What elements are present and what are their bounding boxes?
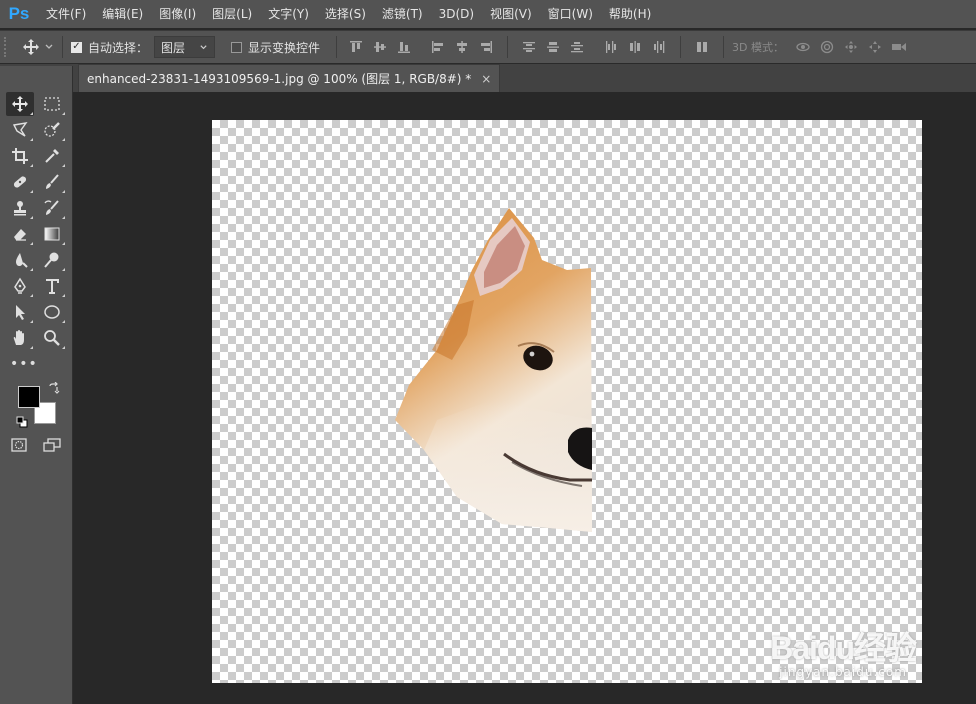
separator <box>680 36 682 58</box>
crop-tool-icon[interactable] <box>6 144 34 168</box>
auto-align-layers-icon[interactable] <box>691 36 713 58</box>
align-bottom-edges-icon[interactable] <box>393 36 415 58</box>
swap-colors-icon[interactable] <box>48 382 60 394</box>
pen-tool-icon[interactable] <box>6 274 34 298</box>
drag-3d-icon[interactable] <box>840 36 862 58</box>
document-tab-title: enhanced-23831-1493109569-1.jpg @ 100% (… <box>87 72 472 86</box>
separator <box>507 36 509 58</box>
auto-select-dropdown[interactable]: 图层 <box>154 36 216 58</box>
slide-3d-icon[interactable] <box>864 36 886 58</box>
distribute-bottom-icon[interactable] <box>566 36 588 58</box>
type-tool-icon[interactable] <box>38 274 66 298</box>
document-tab[interactable]: enhanced-23831-1493109569-1.jpg @ 100% (… <box>78 64 501 92</box>
tool-preset-picker[interactable] <box>22 38 54 56</box>
photoshop-logo: Ps <box>8 4 30 23</box>
distribute-left-icon[interactable] <box>600 36 622 58</box>
align-right-edges-icon[interactable] <box>475 36 497 58</box>
align-buttons <box>345 36 732 58</box>
distribute-right-icon[interactable] <box>648 36 670 58</box>
align-top-edges-icon[interactable] <box>345 36 367 58</box>
show-transform-label: 显示变换控件 <box>248 40 321 55</box>
clone-stamp-tool-icon[interactable] <box>6 196 34 220</box>
distribute-top-icon[interactable] <box>518 36 540 58</box>
align-horizontal-centers-icon[interactable] <box>451 36 473 58</box>
show-transform-checkbox[interactable] <box>231 41 243 53</box>
close-tab-icon[interactable]: × <box>481 72 491 86</box>
eyedropper-tool-icon[interactable] <box>38 144 66 168</box>
menu-image[interactable]: 图像(I) <box>151 0 204 28</box>
3d-mode-buttons <box>792 36 910 58</box>
3d-mode-label: 3D 模式： <box>732 41 785 54</box>
watermark-main-text: Baidu经验 <box>770 630 917 666</box>
auto-select-checkbox[interactable] <box>71 41 82 53</box>
separator <box>723 36 725 58</box>
quick-selection-tool-icon[interactable] <box>38 118 66 142</box>
path-selection-tool-icon[interactable] <box>6 300 34 324</box>
distribute-vertical-centers-icon[interactable] <box>542 36 564 58</box>
menu-edit[interactable]: 编辑(E) <box>94 0 151 28</box>
hand-tool-icon[interactable] <box>6 326 34 350</box>
marquee-tool-icon[interactable] <box>38 92 66 116</box>
baidu-watermark: Baidu经验 jingyan.baidu.com <box>770 630 917 679</box>
menu-type[interactable]: 文字(Y) <box>260 0 317 28</box>
chevron-down-icon <box>45 44 53 49</box>
healing-brush-tool-icon[interactable] <box>6 170 34 194</box>
gradient-tool-icon[interactable] <box>38 222 66 246</box>
history-brush-tool-icon[interactable] <box>38 196 66 220</box>
ellipse-tool-icon[interactable] <box>38 300 66 324</box>
options-bar: 自动选择： 图层 显示变换控件 3D 模式： <box>0 30 976 64</box>
eraser-tool-icon[interactable] <box>6 222 34 246</box>
separator <box>62 36 63 58</box>
brush-tool-icon[interactable] <box>38 170 66 194</box>
auto-select-label: 自动选择： <box>88 40 149 55</box>
menu-layer[interactable]: 图层(L) <box>204 0 260 28</box>
menu-file[interactable]: 文件(F) <box>38 0 94 28</box>
roll-3d-icon[interactable] <box>816 36 838 58</box>
align-left-edges-icon[interactable] <box>427 36 449 58</box>
edit-toolbar-icon[interactable]: ••• <box>10 356 38 372</box>
watermark-sub-text: jingyan.baidu.com <box>779 665 907 679</box>
default-colors-icon[interactable] <box>16 416 28 428</box>
tools-panel: ••• <box>0 66 73 704</box>
shiba-dog-half-face-image <box>395 208 592 532</box>
quick-mask-icon[interactable] <box>11 438 27 452</box>
menu-bar: Ps 文件(F) 编辑(E) 图像(I) 图层(L) 文字(Y) 选择(S) 滤… <box>0 0 976 28</box>
camera-3d-icon[interactable] <box>888 36 910 58</box>
orbit-3d-icon[interactable] <box>792 36 814 58</box>
dodge-tool-icon[interactable] <box>38 248 66 272</box>
menu-window[interactable]: 窗口(W) <box>540 0 601 28</box>
chevron-down-icon <box>200 44 207 49</box>
document-canvas[interactable]: Baidu经验 jingyan.baidu.com <box>212 120 922 683</box>
menu-filter[interactable]: 滤镜(T) <box>374 0 431 28</box>
distribute-horizontal-centers-icon[interactable] <box>624 36 646 58</box>
menu-view[interactable]: 视图(V) <box>482 0 540 28</box>
menu-select[interactable]: 选择(S) <box>317 0 374 28</box>
align-vertical-centers-icon[interactable] <box>369 36 391 58</box>
document-tab-strip: ◂◂ enhanced-23831-1493109569-1.jpg @ 100… <box>0 64 976 92</box>
blur-tool-icon[interactable] <box>6 248 34 272</box>
lasso-tool-icon[interactable] <box>6 118 34 142</box>
menu-help[interactable]: 帮助(H) <box>601 0 659 28</box>
menu-3d[interactable]: 3D(D) <box>431 0 482 28</box>
screen-mode-icon[interactable] <box>43 438 61 452</box>
options-grip[interactable] <box>4 37 12 57</box>
zoom-tool-icon[interactable] <box>38 326 66 350</box>
tool-grid <box>6 92 70 352</box>
move-tool-icon <box>23 39 39 55</box>
separator <box>336 36 338 58</box>
move-tool-icon[interactable] <box>6 92 34 116</box>
foreground-color-swatch[interactable] <box>18 386 40 408</box>
auto-select-value: 图层 <box>161 40 186 55</box>
